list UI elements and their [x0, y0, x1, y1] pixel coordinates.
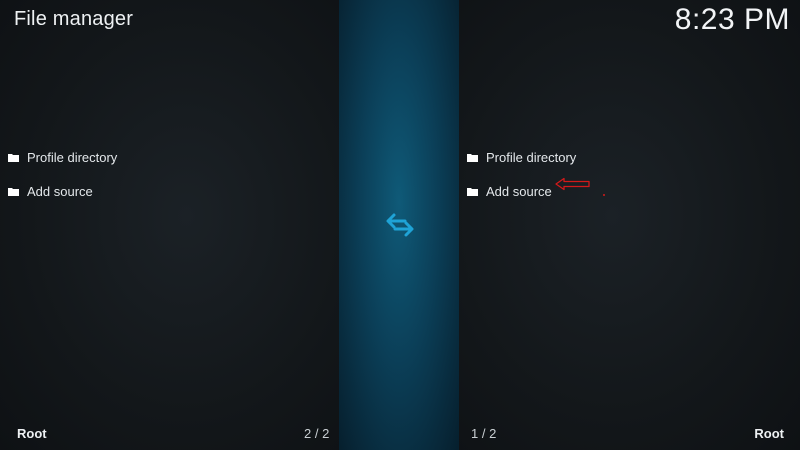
folder-icon	[467, 154, 478, 163]
folder-icon	[8, 154, 19, 163]
right-footer-count: 1 / 2	[471, 426, 497, 441]
list-item-add-source[interactable]: Add source	[8, 175, 117, 209]
folder-icon	[8, 187, 19, 196]
list-item-label: Profile directory	[486, 150, 577, 166]
left-file-list: Profile directory Add source	[8, 141, 117, 208]
folder-icon	[467, 187, 478, 196]
list-item-profile-directory[interactable]: Profile directory	[467, 141, 576, 175]
list-item-profile-directory[interactable]: Profile directory	[8, 141, 117, 175]
list-item-label: Add source	[27, 183, 93, 199]
list-item-label: Profile directory	[27, 150, 118, 166]
left-footer-path: Root	[17, 426, 47, 441]
left-pane	[0, 0, 339, 450]
right-pane	[459, 0, 800, 450]
red-dot-annotation	[603, 194, 605, 196]
clock: 8:23 PM	[674, 3, 790, 36]
right-footer-path: Root	[754, 426, 784, 441]
red-arrow-annotation-icon	[555, 177, 590, 191]
left-footer-count: 2 / 2	[304, 426, 330, 441]
list-item-label: Add source	[486, 183, 552, 199]
page-title: File manager	[14, 8, 134, 30]
file-manager-screen: File manager 8:23 PM Profile directory A…	[0, 0, 800, 450]
right-file-list: Profile directory Add source	[467, 141, 576, 208]
swap-arrows-icon[interactable]	[385, 211, 415, 239]
